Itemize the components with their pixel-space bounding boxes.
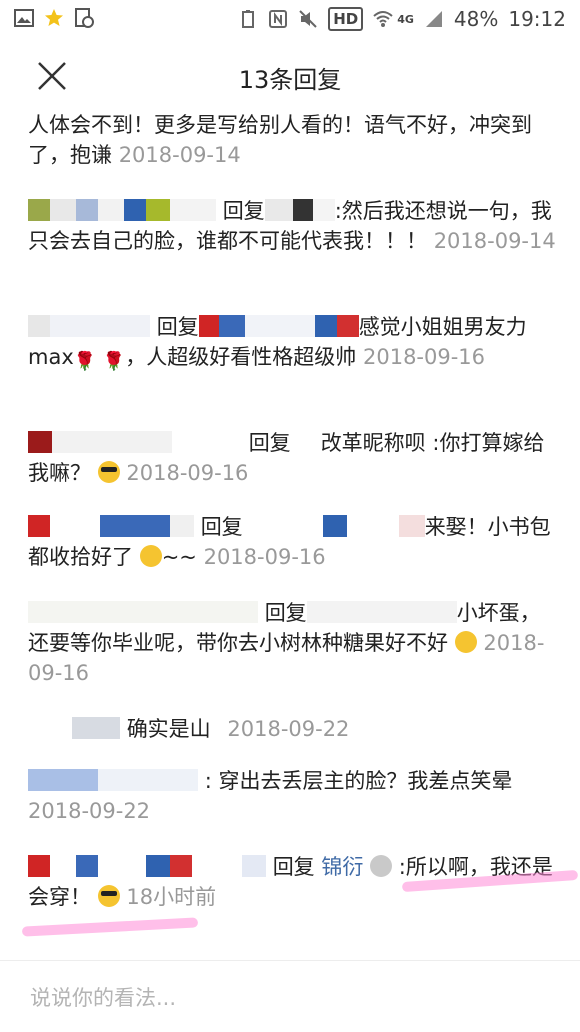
smile-emoji-icon: [370, 855, 393, 877]
censored-username[interactable]: [264, 199, 335, 223]
highlight-stroke: [21, 917, 199, 937]
reply-item: 回复 感觉小姐姐男友力max🌹 🌹，人超级好看性格超级帅 2018-09-16: [28, 312, 558, 372]
censored-username[interactable]: [28, 315, 150, 339]
comment-input[interactable]: [28, 977, 552, 1019]
censored-username[interactable]: [198, 315, 359, 339]
nfc-icon: [269, 10, 288, 28]
censored-username[interactable]: [28, 601, 258, 625]
signal-icon: [425, 11, 442, 27]
reply-time: 2018-09-16: [203, 545, 326, 569]
status-bar: HD 4G 48% 19:12: [0, 0, 580, 40]
top-bar: 13条回复: [0, 40, 580, 110]
reply-label: 回复: [248, 431, 291, 455]
reply-time: 18小时前: [126, 885, 217, 909]
grin-emoji-icon: [454, 631, 477, 653]
smile-emoji-icon: [139, 545, 162, 567]
hd-badge: HD: [328, 7, 364, 31]
reply-text: ，人超级好看性格超级帅: [125, 345, 357, 369]
reply-time: 2018-09-16: [362, 345, 486, 369]
censored-username[interactable]: [28, 769, 198, 793]
reply-item: 回复 来娶！小书包都收拾好了 ~~ 2018-09-16: [28, 512, 558, 572]
clock: 19:12: [508, 7, 566, 31]
doc-clock-icon: [75, 8, 94, 28]
reply-item: : 穿出去丢层主的脸？我差点笑晕 2018-09-22: [28, 766, 558, 826]
reply-item: 回复:然后我还想说一句，我只会去自己的脸，谁都不可能代表我！！！ 2018-09…: [28, 196, 558, 256]
wifi-icon: [373, 11, 393, 27]
reply-label: 回复: [156, 315, 199, 339]
mentioned-username[interactable]: 改革昵称呗: [321, 431, 426, 455]
rose-icon: 🌹: [73, 351, 97, 372]
reply-time: 2018-09-14: [118, 143, 241, 167]
censored-username[interactable]: [28, 431, 242, 455]
reply-item: 确实是山 2018-09-22: [28, 714, 558, 744]
status-right-icons: HD 4G 48% 19:12: [238, 7, 566, 31]
reply-label: 回复: [272, 855, 315, 879]
gallery-icon: [14, 9, 34, 27]
mute-icon: [299, 10, 317, 28]
reply-text: : 穿出去丢层主的脸？我差点笑晕: [204, 769, 513, 793]
status-left-icons: [14, 8, 94, 28]
reply-text: 确实是山: [126, 717, 211, 741]
censored-username[interactable]: [242, 515, 425, 539]
reply-time: 2018-09-22: [28, 799, 151, 823]
reply-item: 回复 小坏蛋，还要等你毕业呢，带你去小树林种糖果好不好 2018-09-16: [28, 598, 558, 688]
reply-item: 回复 改革昵称呗 :你打算嫁给我嘛？ 2018-09-16: [28, 428, 558, 488]
censored-username[interactable]: [28, 855, 266, 879]
reply-label: 回复: [264, 601, 307, 625]
censored-username[interactable]: [306, 601, 457, 625]
reply-item: 人体会不到！更多是写给别人看的！语气不好，冲突到了，抱谦 2018-09-14: [28, 110, 558, 170]
mentioned-username[interactable]: 锦衍: [321, 855, 363, 879]
battery-level: 48%: [453, 7, 499, 31]
censored-username[interactable]: [28, 515, 194, 539]
censored-username[interactable]: [28, 199, 216, 223]
reply-text: ~~: [161, 545, 197, 569]
reply-time: 2018-09-16: [126, 461, 249, 485]
reply-text: 人体会不到！更多是写给别人看的！语气不好，冲突到了，抱谦: [28, 113, 532, 167]
star-icon: [45, 9, 63, 26]
reply-time: 2018-09-22: [227, 717, 350, 741]
comment-input-bar: [0, 960, 580, 1032]
reply-time: 2018-09-14: [433, 229, 556, 253]
rose-icon: 🌹: [102, 351, 126, 372]
reply-label: 回复: [200, 515, 243, 539]
battery-saver-icon: [242, 10, 255, 28]
censored-username[interactable]: [72, 717, 120, 741]
page-title: 13条回复: [238, 66, 342, 94]
reply-label: 回复: [222, 199, 265, 223]
cool-emoji-icon: [97, 461, 120, 483]
cool-emoji-icon: [97, 885, 120, 907]
network-type: 4G: [397, 12, 414, 26]
